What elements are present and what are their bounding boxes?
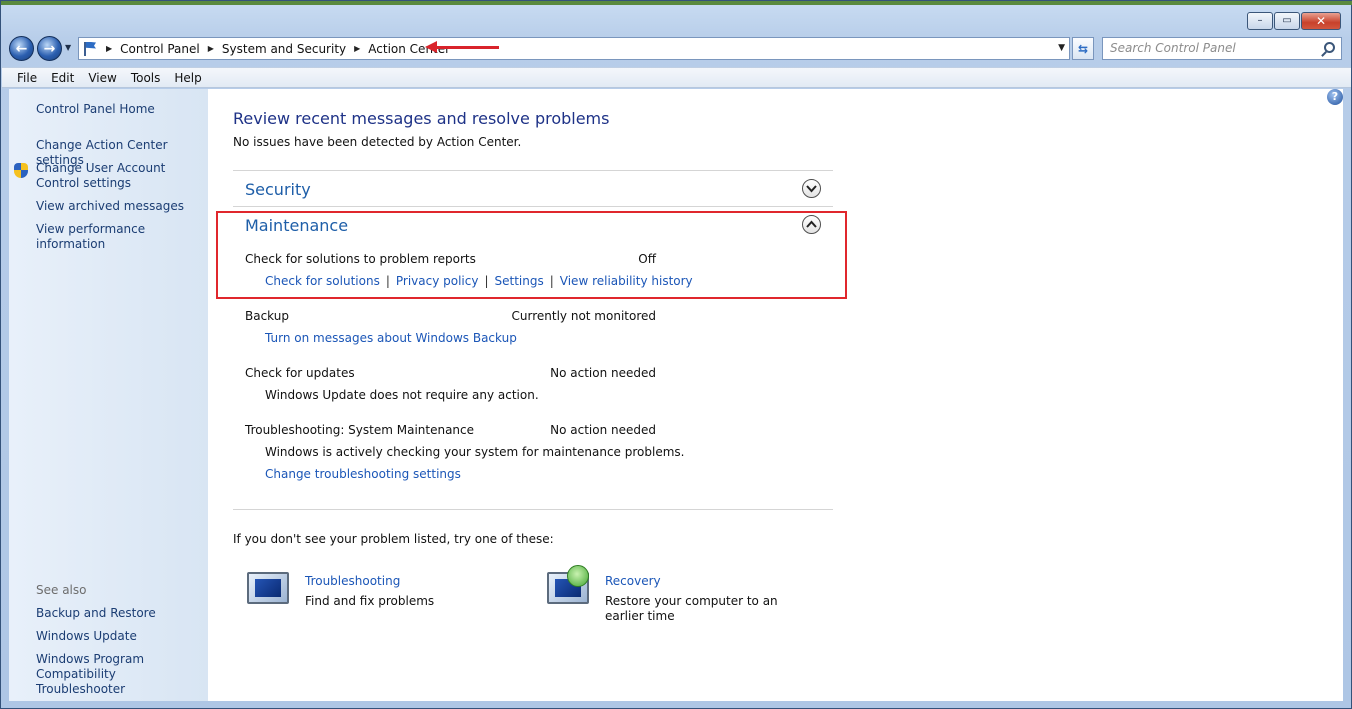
minimize-button[interactable]: – bbox=[1247, 12, 1273, 30]
link-separator: | bbox=[484, 274, 489, 288]
search-icon[interactable] bbox=[1324, 42, 1335, 53]
annotation-arrow bbox=[425, 41, 499, 53]
search-input[interactable]: Search Control Panel bbox=[1102, 37, 1342, 60]
maximize-button[interactable]: ▭ bbox=[1274, 12, 1300, 30]
forward-button[interactable]: → bbox=[37, 36, 62, 61]
sidebar-view-archived-messages[interactable]: View archived messages bbox=[36, 199, 204, 214]
close-icon: ✕ bbox=[1315, 14, 1327, 28]
view-reliability-history-link[interactable]: View reliability history bbox=[560, 274, 693, 288]
recovery-description: Restore your computer to an earlier time bbox=[605, 594, 778, 623]
recent-pages-dropdown[interactable]: ▼ bbox=[65, 43, 71, 52]
troubleshooting-monitor-icon[interactable] bbox=[245, 570, 291, 610]
troubleshooting-link[interactable]: Troubleshooting bbox=[305, 574, 400, 588]
privacy-policy-link[interactable]: Privacy policy bbox=[396, 274, 479, 288]
refresh-button[interactable]: ⇆ bbox=[1072, 37, 1094, 60]
check-for-updates-label: Check for updates bbox=[245, 366, 355, 380]
see-also-compatibility-troubleshooter[interactable]: Windows Program Compatibility Troublesho… bbox=[36, 652, 204, 697]
close-button[interactable]: ✕ bbox=[1301, 12, 1341, 30]
window-controls: – ▭ ✕ bbox=[1247, 12, 1341, 30]
problem-reports-status: Off bbox=[638, 252, 656, 266]
action-center-flag-icon bbox=[82, 41, 98, 57]
sidebar-view-performance-information[interactable]: View performance information bbox=[36, 222, 204, 252]
menu-file[interactable]: File bbox=[10, 68, 44, 87]
troubleshooting-description: Find and fix problems bbox=[305, 594, 435, 608]
action-center-window: – ▭ ✕ ← → ▼ ▶ Control Panel ▶ System and… bbox=[0, 0, 1352, 709]
sidebar-change-uac-settings[interactable]: Change User Account Control settings bbox=[36, 161, 204, 191]
check-for-solutions-link[interactable]: Check for solutions bbox=[265, 274, 380, 288]
see-also-windows-update[interactable]: Windows Update bbox=[36, 629, 204, 644]
menu-edit[interactable]: Edit bbox=[44, 68, 81, 87]
breadcrumb-separator-icon[interactable]: ▶ bbox=[106, 44, 112, 53]
menu-help[interactable]: Help bbox=[167, 68, 208, 87]
footer-prompt: If you don't see your problem listed, tr… bbox=[233, 532, 554, 546]
back-button[interactable]: ← bbox=[9, 36, 34, 61]
backup-status: Currently not monitored bbox=[511, 309, 656, 323]
search-placeholder: Search Control Panel bbox=[1110, 41, 1236, 55]
menu-view[interactable]: View bbox=[81, 68, 123, 87]
divider bbox=[233, 170, 833, 171]
menu-tools[interactable]: Tools bbox=[124, 68, 168, 87]
section-security-title[interactable]: Security bbox=[245, 180, 311, 199]
windows-update-text: Windows Update does not require any acti… bbox=[265, 388, 539, 402]
maximize-icon: ▭ bbox=[1282, 15, 1292, 26]
problem-reports-links: Check for solutions | Privacy policy | S… bbox=[265, 274, 693, 288]
link-separator: | bbox=[549, 274, 554, 288]
navigation-bar: ← → ▼ ▶ Control Panel ▶ System and Secur… bbox=[1, 35, 1352, 63]
back-arrow-icon: ← bbox=[15, 40, 28, 57]
page-title: Review recent messages and resolve probl… bbox=[233, 109, 610, 128]
troubleshooting-maintenance-text: Windows is actively checking your system… bbox=[265, 445, 685, 459]
minimize-icon: – bbox=[1257, 15, 1263, 26]
expand-security-chevron-down-icon[interactable] bbox=[802, 179, 821, 198]
recovery-monitor-icon[interactable] bbox=[545, 565, 591, 610]
page-subtitle: No issues have been detected by Action C… bbox=[233, 135, 522, 149]
see-also-heading: See also bbox=[36, 583, 87, 597]
sidebar-control-panel-home[interactable]: Control Panel Home bbox=[36, 102, 204, 117]
troubleshooting-maintenance-status: No action needed bbox=[550, 423, 656, 437]
change-troubleshooting-settings-link[interactable]: Change troubleshooting settings bbox=[265, 467, 461, 481]
divider bbox=[233, 206, 833, 207]
main-content: ? Review recent messages and resolve pro… bbox=[208, 89, 1343, 701]
breadcrumb-system-and-security[interactable]: System and Security bbox=[222, 42, 346, 56]
forward-arrow-icon: → bbox=[43, 40, 56, 57]
problem-reports-label: Check for solutions to problem reports bbox=[245, 252, 476, 266]
troubleshooting-maintenance-label: Troubleshooting: System Maintenance bbox=[245, 423, 475, 437]
see-also-backup-and-restore[interactable]: Backup and Restore bbox=[36, 606, 204, 621]
breadcrumb-separator-icon[interactable]: ▶ bbox=[354, 44, 360, 53]
settings-link[interactable]: Settings bbox=[495, 274, 544, 288]
check-for-updates-status: No action needed bbox=[550, 366, 656, 380]
link-separator: | bbox=[385, 274, 390, 288]
collapse-maintenance-chevron-up-icon[interactable] bbox=[802, 215, 821, 234]
menu-bar: File Edit View Tools Help bbox=[2, 67, 1351, 88]
recovery-link[interactable]: Recovery bbox=[605, 574, 661, 588]
uac-shield-icon bbox=[14, 163, 28, 178]
breadcrumb-separator-icon[interactable]: ▶ bbox=[208, 44, 214, 53]
recovery-clock-icon bbox=[567, 565, 589, 587]
turn-on-backup-messages-link[interactable]: Turn on messages about Windows Backup bbox=[265, 331, 517, 345]
desktop-strip bbox=[1, 1, 1352, 5]
backup-label: Backup bbox=[245, 309, 289, 323]
address-dropdown-icon[interactable]: ▼ bbox=[1058, 43, 1065, 53]
breadcrumb-control-panel[interactable]: Control Panel bbox=[120, 42, 200, 56]
sidebar: Control Panel Home Change Action Center … bbox=[9, 89, 208, 701]
refresh-icon: ⇆ bbox=[1077, 41, 1089, 56]
help-icon[interactable]: ? bbox=[1327, 89, 1343, 105]
section-maintenance-title[interactable]: Maintenance bbox=[245, 216, 348, 235]
address-bar[interactable]: ▶ Control Panel ▶ System and Security ▶ … bbox=[78, 37, 1070, 60]
divider bbox=[233, 509, 833, 510]
